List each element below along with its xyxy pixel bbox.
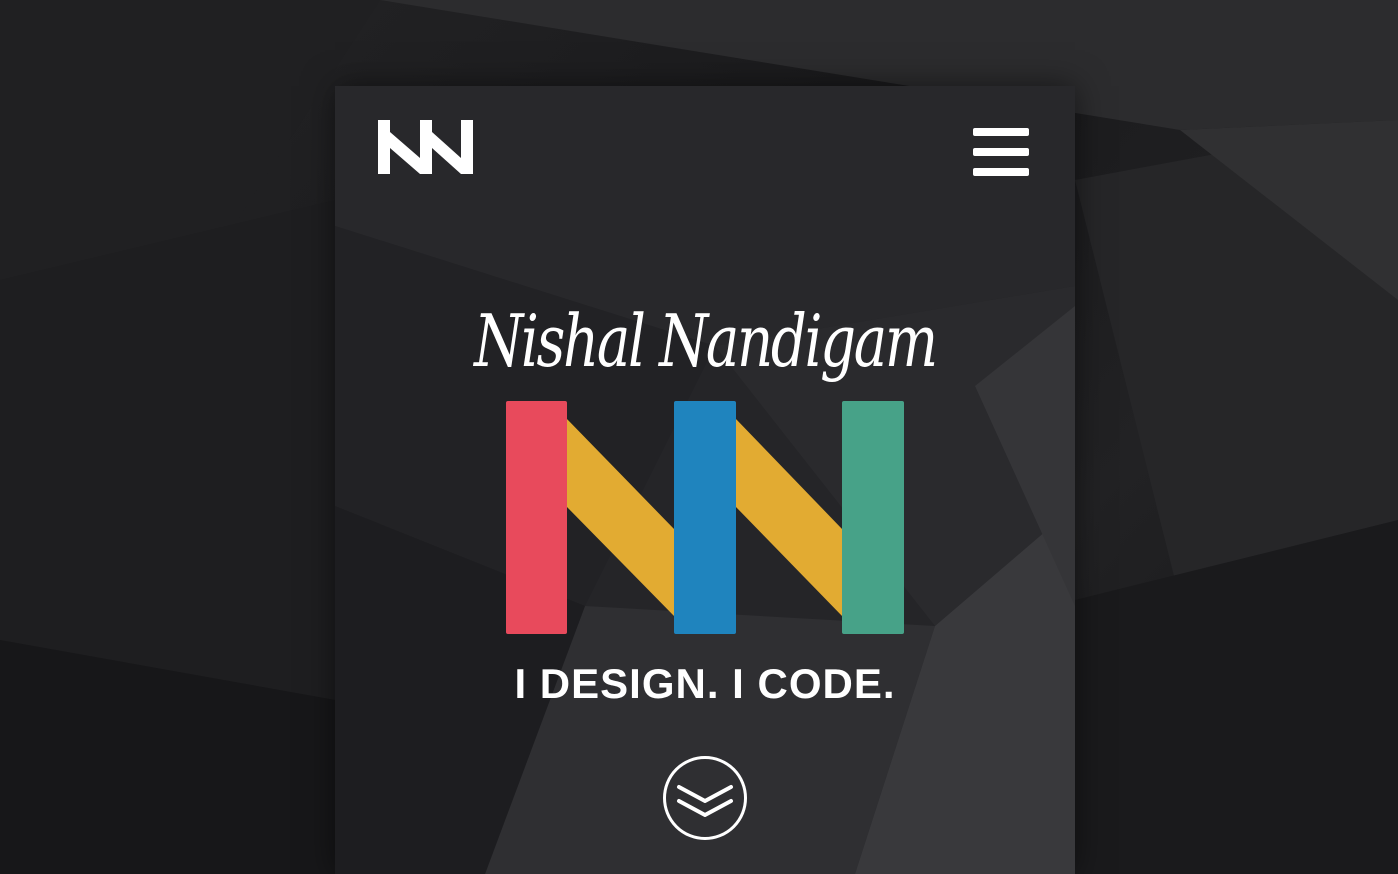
scroll-down-button[interactable] (663, 756, 747, 840)
site-preview: Nishal Nandigam I DESIGN. I CODE. (335, 86, 1075, 874)
nn-logo-icon[interactable] (377, 118, 475, 176)
name-signature: Nishal Nandigam (335, 281, 1075, 401)
tagline: I DESIGN. I CODE. (514, 660, 896, 707)
hamburger-menu-icon[interactable] (973, 128, 1029, 176)
name-text: Nishal Nandigam (474, 299, 938, 383)
nn-colored-monogram-icon (505, 400, 905, 636)
double-chevron-down-icon (677, 785, 733, 817)
